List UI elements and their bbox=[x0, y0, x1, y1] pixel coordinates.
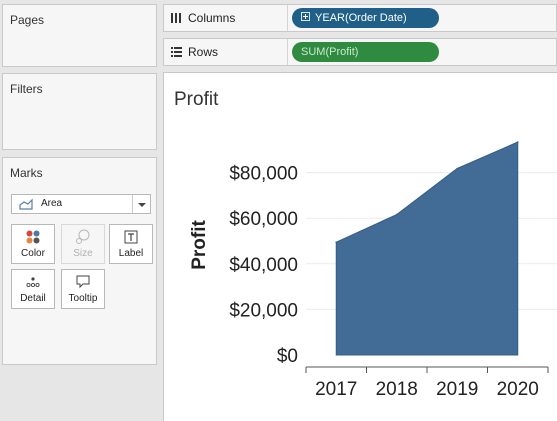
marks-title: Marks bbox=[10, 166, 43, 180]
x-tick-label: 2017 bbox=[315, 379, 357, 400]
year-order-date-pill[interactable]: YEAR(Order Date) bbox=[292, 8, 439, 28]
color-button[interactable]: Color bbox=[11, 224, 55, 264]
columns-shelf-header: Columns bbox=[170, 11, 235, 25]
profit-area-series[interactable] bbox=[335, 141, 519, 356]
marks-card: Marks Area Color Size Label Detail Toolt… bbox=[2, 157, 157, 365]
detail-button-label: Detail bbox=[20, 293, 46, 304]
rows-pill-label: SUM(Profit) bbox=[301, 46, 359, 58]
mark-type-label: Area bbox=[41, 198, 63, 209]
columns-pill-label: YEAR(Order Date) bbox=[315, 12, 407, 24]
detail-dots-icon bbox=[26, 277, 40, 288]
rows-shelf-header: Rows bbox=[170, 45, 218, 59]
y-axis-label: Profit bbox=[189, 220, 210, 270]
size-circles-icon bbox=[76, 229, 90, 244]
x-tick-label: 2020 bbox=[497, 379, 539, 400]
pages-title: Pages bbox=[10, 13, 45, 27]
text-label-icon bbox=[124, 230, 138, 244]
columns-icon bbox=[171, 13, 181, 23]
tooltip-button-label: Tooltip bbox=[68, 293, 98, 304]
x-tick-label: 2019 bbox=[436, 379, 478, 400]
data-point-2019[interactable] bbox=[456, 167, 459, 170]
columns-shelf[interactable]: Columns YEAR(Order Date) bbox=[163, 4, 557, 32]
area-chart-icon bbox=[19, 198, 33, 210]
y-tick-label: $40,000 bbox=[229, 255, 298, 276]
rows-icon bbox=[171, 47, 182, 57]
y-tick-label: $0 bbox=[277, 346, 298, 367]
color-dots-icon bbox=[26, 230, 40, 244]
mark-type-dropdown[interactable]: Area bbox=[11, 194, 151, 214]
tooltip-button[interactable]: Tooltip bbox=[61, 269, 105, 309]
filters-title: Filters bbox=[10, 82, 43, 96]
detail-button[interactable]: Detail bbox=[11, 269, 55, 309]
y-tick-label: $80,000 bbox=[229, 164, 298, 185]
pages-card[interactable]: Pages bbox=[2, 4, 157, 67]
size-button[interactable]: Size bbox=[61, 224, 105, 264]
rows-label: Rows bbox=[188, 45, 219, 59]
speech-bubble-icon bbox=[76, 275, 90, 289]
shelf-divider bbox=[287, 39, 288, 65]
y-tick-label: $60,000 bbox=[229, 209, 298, 230]
chevron-down-icon[interactable] bbox=[132, 195, 150, 213]
y-tick-label: $20,000 bbox=[229, 300, 298, 321]
viz-area[interactable]: Profit 2017 2018 2019 2020 $0 $20,000 $40,000 $… bbox=[163, 72, 557, 421]
profit-area-chart[interactable]: 2017 2018 2019 2020 $0 $20,000 $40,000 $60,000 $… bbox=[164, 73, 557, 421]
shelf-divider bbox=[287, 5, 288, 31]
x-tick-label: 2018 bbox=[376, 379, 418, 400]
rows-shelf[interactable]: Rows SUM(Profit) bbox=[163, 38, 557, 66]
label-button[interactable]: Label bbox=[109, 224, 153, 264]
size-button-label: Size bbox=[73, 248, 93, 259]
filters-card[interactable]: Filters bbox=[2, 73, 157, 150]
data-point-2017[interactable] bbox=[335, 241, 338, 243]
columns-label: Columns bbox=[188, 11, 236, 25]
label-button-label: Label bbox=[118, 248, 144, 259]
expand-plus-icon[interactable] bbox=[301, 12, 310, 21]
data-point-2020[interactable] bbox=[516, 141, 519, 143]
data-point-2018[interactable] bbox=[395, 213, 398, 216]
color-button-label: Color bbox=[21, 248, 45, 259]
left-pane: Pages Filters Marks Area Color Size Labe… bbox=[0, 0, 159, 421]
sum-profit-pill[interactable]: SUM(Profit) bbox=[292, 42, 439, 62]
